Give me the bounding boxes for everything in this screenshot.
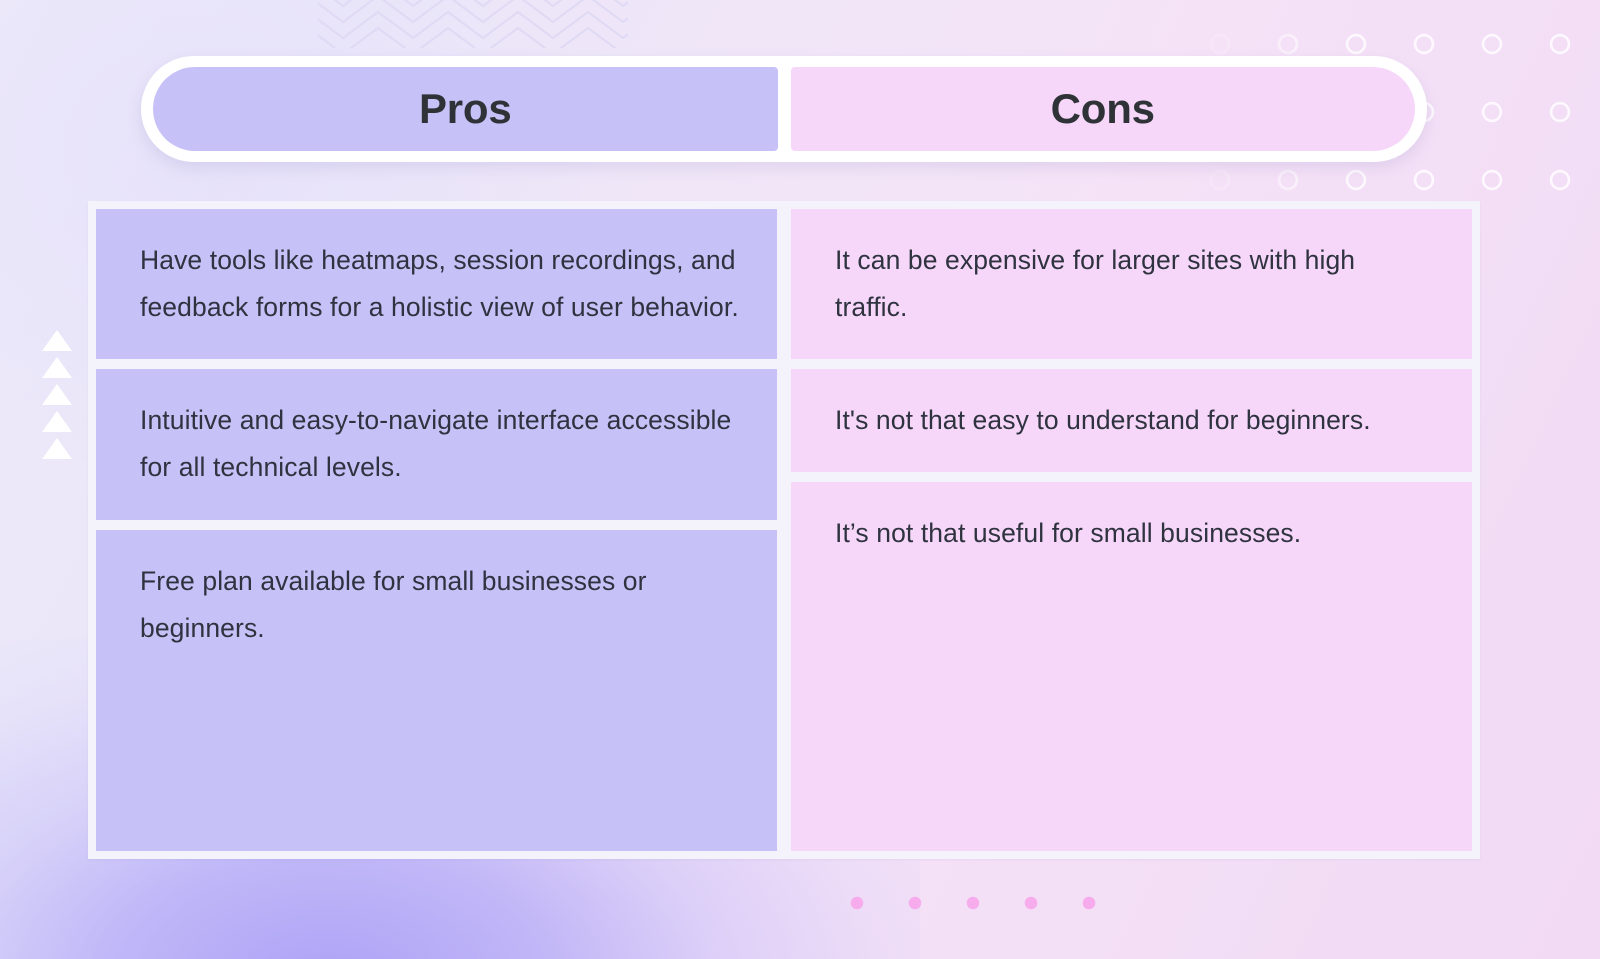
column-header-cons-label: Cons (1050, 85, 1155, 132)
pros-item: Free plan available for small businesses… (96, 529, 777, 851)
cons-item-text: It's not that easy to understand for beg… (835, 405, 1371, 436)
column-header-pros-label: Pros (418, 85, 512, 132)
triangle-icon (42, 438, 72, 459)
column-pros: Have tools like heatmaps, session record… (96, 209, 777, 851)
dot-grid-pattern-icon (828, 862, 1108, 952)
table-header: Pros Cons (141, 56, 1427, 162)
pros-item: Intuitive and easy-to-navigate interface… (96, 369, 777, 520)
slide-canvas: Pros Cons Have tools like heatmaps, sess… (0, 0, 1600, 959)
zigzag-pattern-icon (318, 0, 628, 48)
cons-item: It's not that easy to understand for beg… (791, 369, 1472, 473)
column-cons: It can be expensive for larger sites wit… (791, 209, 1472, 851)
triangle-accent-group (42, 330, 72, 459)
triangle-icon (42, 357, 72, 378)
column-header-cons: Cons (790, 67, 1415, 151)
triangle-icon (42, 411, 72, 432)
triangle-icon (42, 330, 72, 351)
cons-item: It’s not that useful for small businesse… (791, 482, 1472, 851)
column-header-pros: Pros (153, 67, 778, 151)
cons-item: It can be expensive for larger sites wit… (791, 209, 1472, 360)
pros-item: Have tools like heatmaps, session record… (96, 209, 777, 360)
table-body: Have tools like heatmaps, session record… (88, 201, 1480, 859)
triangle-icon (42, 384, 72, 405)
cons-item-text: It can be expensive for larger sites wit… (835, 245, 1356, 323)
pros-item-text: Intuitive and easy-to-navigate interface… (140, 405, 732, 483)
pros-item-text: Have tools like heatmaps, session record… (140, 245, 739, 323)
pros-item-text: Free plan available for small businesses… (140, 565, 647, 643)
cons-item-text: It’s not that useful for small businesse… (835, 518, 1302, 549)
